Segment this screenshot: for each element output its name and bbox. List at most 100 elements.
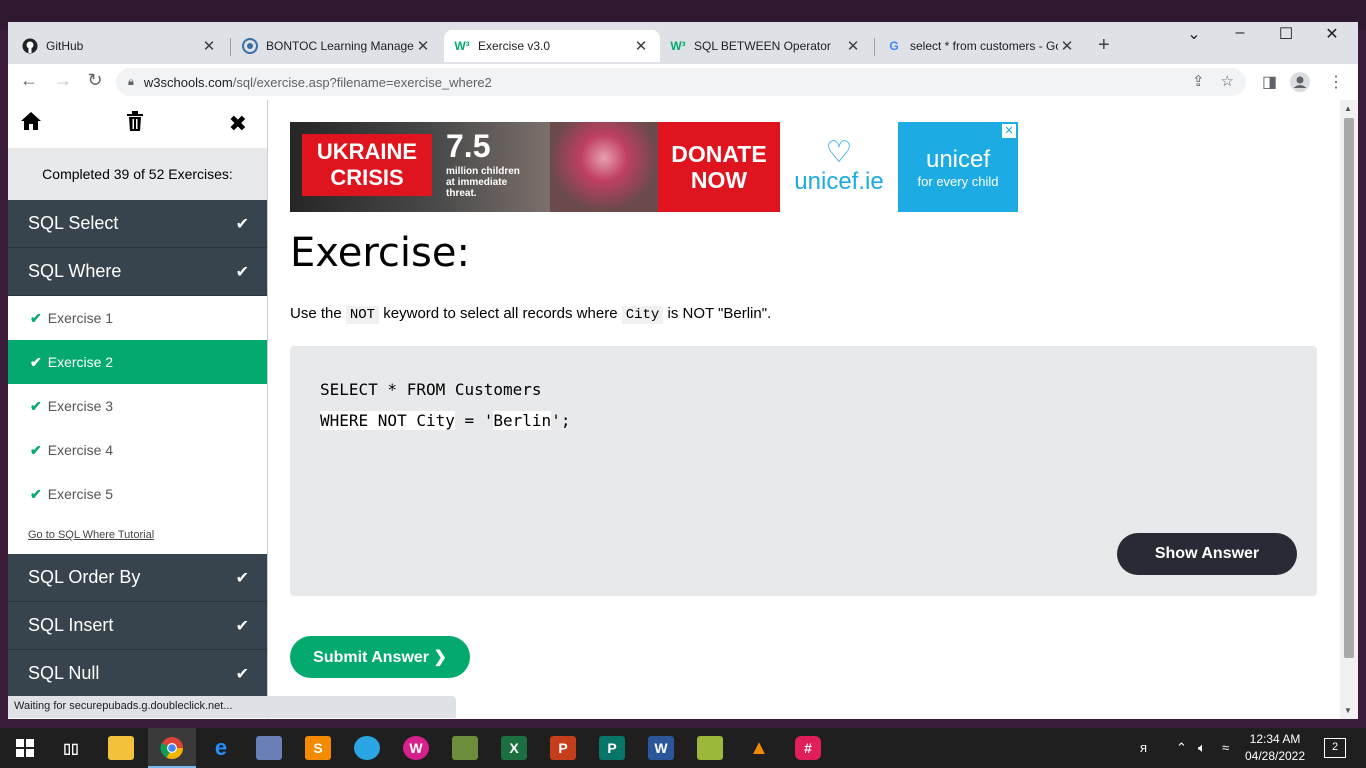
- back-button[interactable]: ←: [16, 70, 42, 91]
- maximize-button[interactable]: ☐: [1263, 24, 1309, 44]
- tab-sql-between[interactable]: W³ SQL BETWEEN Operator ✕: [660, 30, 872, 62]
- reload-button[interactable]: ↻: [82, 70, 108, 91]
- ad-subtext-3: threat.: [446, 188, 477, 199]
- google-icon: G: [889, 39, 899, 53]
- ad-donate: DONATE NOW: [658, 122, 780, 212]
- tab-github[interactable]: GitHub ✕: [12, 30, 228, 62]
- excel-icon[interactable]: X: [501, 736, 527, 760]
- exercise-item-1[interactable]: ✔ Exercise 1: [8, 296, 267, 340]
- side-panel-icon[interactable]: ◨: [1262, 72, 1277, 92]
- exercise-item-3[interactable]: ✔ Exercise 3: [8, 384, 267, 428]
- people-icon[interactable]: ᴙ: [1140, 740, 1147, 755]
- system-clock[interactable]: 12:34 AM 04/28/2022: [1240, 731, 1310, 765]
- url-host: w3schools.com: [143, 74, 233, 90]
- exercise-item-2[interactable]: ✔ Exercise 2: [8, 340, 267, 384]
- section-sql-order-by[interactable]: SQL Order By ✔: [8, 554, 267, 602]
- show-answer-button[interactable]: Show Answer: [1117, 533, 1297, 575]
- browser-toolbar: ← → ↻ 🔒︎ w3schools.com/sql/exercise.asp?…: [8, 64, 1358, 100]
- exercise-item-5[interactable]: ✔ Exercise 5: [8, 472, 267, 516]
- share-icon[interactable]: ⇪: [1192, 72, 1205, 90]
- scroll-up-icon[interactable]: ▲: [1344, 104, 1352, 113]
- ad-subtext-2: at immediate: [446, 177, 508, 188]
- ad-ukraine-panel: UKRAINE CRISIS 7.5 million children at imm…: [290, 122, 658, 212]
- checkmark-icon: ✔: [30, 441, 42, 458]
- tab-title: select * from customers - Go: [910, 39, 1058, 53]
- wamp-icon[interactable]: W: [403, 736, 429, 760]
- close-sidebar-icon[interactable]: ✖: [229, 111, 247, 137]
- ad-close-icon[interactable]: ✕: [1002, 124, 1016, 138]
- tab-google-search[interactable]: G select * from customers - Go ✕: [876, 30, 1086, 62]
- tab-title: BONTOC Learning Managem: [266, 39, 414, 53]
- checkmark-icon: ✔: [235, 263, 249, 281]
- ad-headline: UKRAINE CRISIS: [302, 134, 432, 196]
- bookmark-star-icon[interactable]: ☆: [1221, 72, 1234, 90]
- section-label: SQL Where: [28, 261, 122, 281]
- close-icon[interactable]: ✕: [632, 37, 650, 55]
- submit-answer-button[interactable]: Submit Answer ❯: [290, 636, 470, 678]
- tab-exercise[interactable]: W³ Exercise v3.0 ✕: [444, 30, 660, 62]
- powerpoint-icon[interactable]: P: [550, 736, 576, 760]
- trash-icon[interactable]: [126, 111, 144, 137]
- answer-input-2[interactable]: Berlin: [493, 411, 552, 430]
- close-icon[interactable]: ✕: [200, 37, 218, 55]
- ad-tagline: for every child: [917, 173, 999, 189]
- app-icon[interactable]: [697, 736, 723, 760]
- control-panel-icon[interactable]: [256, 736, 282, 760]
- section-sql-insert[interactable]: SQL Insert ✔: [8, 602, 267, 650]
- keyword-code: NOT: [345, 306, 380, 324]
- new-tab-button[interactable]: +: [1098, 34, 1110, 57]
- file-explorer-icon[interactable]: [108, 736, 134, 760]
- wifi-icon[interactable]: ≈: [1222, 740, 1229, 755]
- section-sql-where[interactable]: SQL Where ✔: [8, 248, 267, 296]
- vlc-icon[interactable]: ▲: [746, 736, 772, 760]
- notepad-icon[interactable]: [452, 736, 478, 760]
- code-editor: SELECT * FROM Customers WHERE NOT City =…: [290, 346, 1317, 596]
- close-window-button[interactable]: ✕: [1309, 24, 1355, 44]
- tab-bontoc[interactable]: BONTOC Learning Managem ✕: [232, 30, 442, 62]
- close-icon[interactable]: ✕: [1058, 37, 1076, 55]
- profile-avatar-icon[interactable]: [1290, 72, 1310, 97]
- exercise-label: Exercise 4: [47, 442, 114, 458]
- scroll-down-icon[interactable]: ▼: [1344, 706, 1352, 715]
- github-icon: [22, 38, 38, 54]
- section-sql-select[interactable]: SQL Select ✔: [8, 200, 267, 248]
- publisher-icon[interactable]: P: [599, 736, 625, 760]
- tutorial-link[interactable]: Go to SQL Where Tutorial: [8, 516, 267, 554]
- windows-start-icon[interactable]: [12, 736, 38, 760]
- app-icon[interactable]: [354, 736, 380, 760]
- page-scrollbar[interactable]: ▲ ▼: [1340, 100, 1358, 719]
- url-path: /sql/exercise.asp?filename=exercise_wher…: [232, 74, 492, 90]
- minimize-button[interactable]: –: [1217, 24, 1263, 42]
- windows-taskbar: ▯▯ e S W X P P W ▲ # ᴙ ⌃ 🔈︎ ≈ 12:34 AM 0…: [0, 728, 1366, 768]
- menu-kebab-icon[interactable]: ⋮: [1328, 72, 1344, 92]
- exercise-item-4[interactable]: ✔ Exercise 4: [8, 428, 267, 472]
- tab-search-chevron-icon[interactable]: ⌄: [1171, 24, 1217, 44]
- tray-chevron-icon[interactable]: ⌃: [1176, 740, 1187, 756]
- sublime-text-icon[interactable]: S: [305, 736, 331, 760]
- home-icon[interactable]: [20, 111, 42, 137]
- word-icon[interactable]: W: [648, 736, 674, 760]
- ad-brand: unicef: [925, 145, 991, 173]
- slack-icon[interactable]: #: [795, 736, 821, 760]
- chrome-icon[interactable]: [159, 736, 185, 760]
- ad-donate-1: DONATE: [671, 141, 767, 167]
- close-icon[interactable]: ✕: [844, 37, 862, 55]
- close-icon[interactable]: ✕: [414, 37, 432, 55]
- ad-headline-1: UKRAINE: [316, 139, 418, 164]
- notification-icon[interactable]: 2: [1324, 738, 1346, 758]
- checkmark-icon: ✔: [235, 569, 249, 587]
- ad-donate-2: NOW: [690, 167, 748, 193]
- section-sql-null[interactable]: SQL Null ✔: [8, 650, 267, 698]
- ad-banner[interactable]: UKRAINE CRISIS 7.5 million children at imm…: [290, 122, 1018, 212]
- forward-button[interactable]: →: [50, 70, 76, 91]
- edge-icon[interactable]: e: [208, 735, 234, 760]
- checkmark-icon: ✔: [235, 617, 249, 635]
- exercise-label: Exercise 5: [47, 486, 114, 502]
- tab-title: Exercise v3.0: [478, 39, 551, 53]
- scrollbar-thumb[interactable]: [1344, 118, 1354, 658]
- checkmark-icon: ✔: [30, 309, 42, 326]
- address-bar[interactable]: 🔒︎ w3schools.com/sql/exercise.asp?filena…: [116, 68, 1246, 96]
- task-view-icon[interactable]: ▯▯: [58, 736, 84, 760]
- volume-icon[interactable]: 🔈︎: [1198, 740, 1206, 756]
- answer-input-1[interactable]: WHERE NOT City: [320, 411, 455, 430]
